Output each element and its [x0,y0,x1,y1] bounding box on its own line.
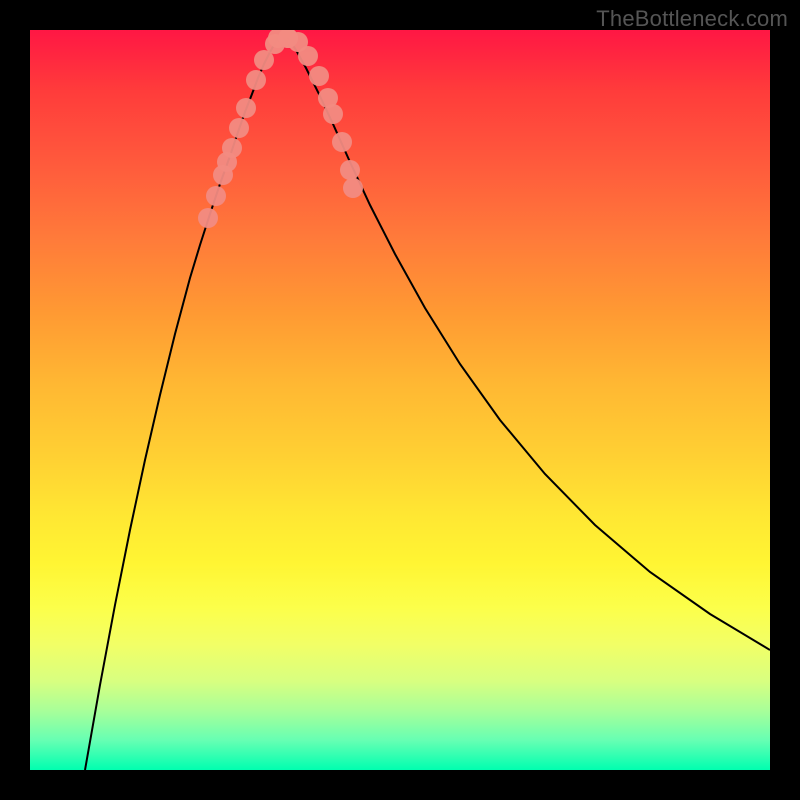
data-point [298,46,318,66]
data-point [323,104,343,124]
data-point [246,70,266,90]
data-point [206,186,226,206]
curve-right [288,38,770,650]
data-point [198,208,218,228]
watermark-text: TheBottleneck.com [596,6,788,32]
bottleneck-chart [30,30,770,770]
data-point [340,160,360,180]
data-point [309,66,329,86]
data-point [332,132,352,152]
data-point [343,178,363,198]
data-point [229,118,249,138]
curve-left [85,38,278,770]
chart-frame [30,30,770,770]
data-point [222,138,242,158]
data-point [236,98,256,118]
